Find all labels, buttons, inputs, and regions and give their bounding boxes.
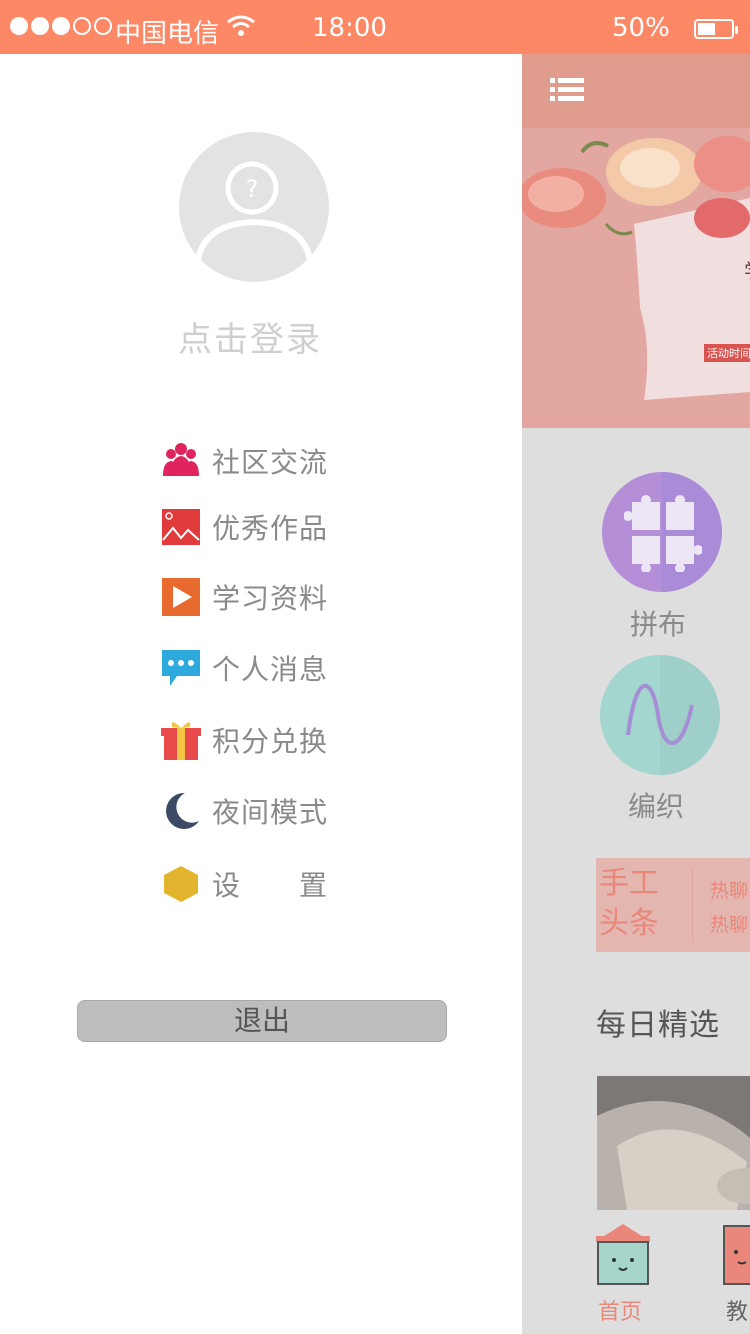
tab-home-label: 首页	[598, 1300, 643, 1325]
daily-pick-photo[interactable]	[597, 1076, 750, 1210]
status-bar: 中国电信 18:00 50%	[0, 0, 750, 54]
category-patchwork-button[interactable]	[602, 472, 722, 592]
daily-picks-title: 每日精选	[596, 1008, 720, 1043]
home-house-icon	[596, 1224, 650, 1285]
play-icon	[160, 576, 202, 618]
tab-tutorial[interactable]: 教	[722, 1222, 750, 1325]
user-placeholder-icon: ?	[194, 161, 314, 273]
battery-percent: 50%	[612, 13, 670, 43]
banner-image[interactable]: 学 活动时间	[522, 128, 750, 428]
battery-icon	[694, 19, 738, 39]
headline-items: 热聊 热聊	[710, 874, 748, 942]
headline-title-line1: 手工	[599, 866, 659, 901]
message-icon	[160, 647, 202, 689]
menu-item-points[interactable]: 积分兑换	[160, 715, 460, 765]
headline-title: 手工 头条	[599, 864, 659, 944]
category-knitting-button[interactable]	[600, 655, 720, 775]
main-header	[522, 54, 750, 128]
headline-item[interactable]: 热聊	[710, 874, 748, 908]
flower-banner-illustration: 学	[522, 128, 750, 428]
wifi-icon	[227, 15, 255, 36]
menu-item-label: 夜间模式	[212, 796, 329, 829]
clock: 18:00	[312, 13, 387, 43]
tutorial-book-icon	[723, 1225, 750, 1285]
tab-tutorial-label: 教	[726, 1300, 749, 1325]
category-label-patchwork: 拼布	[630, 608, 687, 641]
menu-item-works[interactable]: 优秀作品	[160, 502, 460, 552]
craft-photo-image	[597, 1076, 750, 1210]
carrier-name: 中国电信	[115, 19, 220, 49]
menu-item-label: 社区交流	[212, 446, 329, 479]
menu-item-label: 积分兑换	[212, 725, 329, 758]
signal-strength-icon	[10, 17, 112, 35]
avatar[interactable]: ?	[179, 132, 329, 282]
menu-item-label: 个人消息	[212, 653, 329, 686]
menu-item-label: 设 置	[212, 869, 329, 902]
main-content-dimmed[interactable]: 学 活动时间 拼布 编织 手工 头条 热聊 热聊	[522, 54, 750, 1334]
settings-hexagon-icon	[160, 863, 202, 905]
gift-icon	[160, 719, 202, 761]
menu-item-community[interactable]: 社区交流	[160, 436, 460, 486]
banner-tag: 活动时间	[704, 344, 750, 362]
wave-icon	[626, 684, 694, 746]
side-drawer: ? 点击登录 社区交流 优秀作品 学习资料 个人消息 积分兑换 夜间模式 设 置…	[0, 54, 522, 1334]
tab-home[interactable]: 首页	[592, 1222, 654, 1325]
menu-item-night-mode[interactable]: 夜间模式	[160, 786, 460, 836]
headline-title-line2: 头条	[599, 906, 659, 941]
menu-item-learning[interactable]: 学习资料	[160, 572, 460, 622]
menu-item-label: 学习资料	[212, 582, 329, 615]
svg-text:?: ?	[246, 175, 259, 203]
puzzle-icon	[624, 495, 702, 572]
svg-text:学: 学	[744, 259, 750, 283]
menu-list-icon[interactable]	[550, 78, 584, 102]
community-icon	[160, 440, 202, 482]
headline-item[interactable]: 热聊	[710, 908, 748, 942]
menu-item-label: 优秀作品	[212, 512, 329, 545]
gallery-icon	[160, 506, 202, 548]
login-prompt[interactable]: 点击登录	[0, 312, 500, 361]
menu-item-messages[interactable]: 个人消息	[160, 643, 460, 693]
category-label-knitting: 编织	[628, 790, 685, 823]
menu-item-settings[interactable]: 设 置	[160, 859, 460, 909]
logout-button[interactable]: 退出	[77, 1000, 447, 1042]
craft-headlines-card[interactable]: 手工 头条 热聊 热聊	[596, 858, 750, 952]
moon-icon	[160, 790, 202, 832]
